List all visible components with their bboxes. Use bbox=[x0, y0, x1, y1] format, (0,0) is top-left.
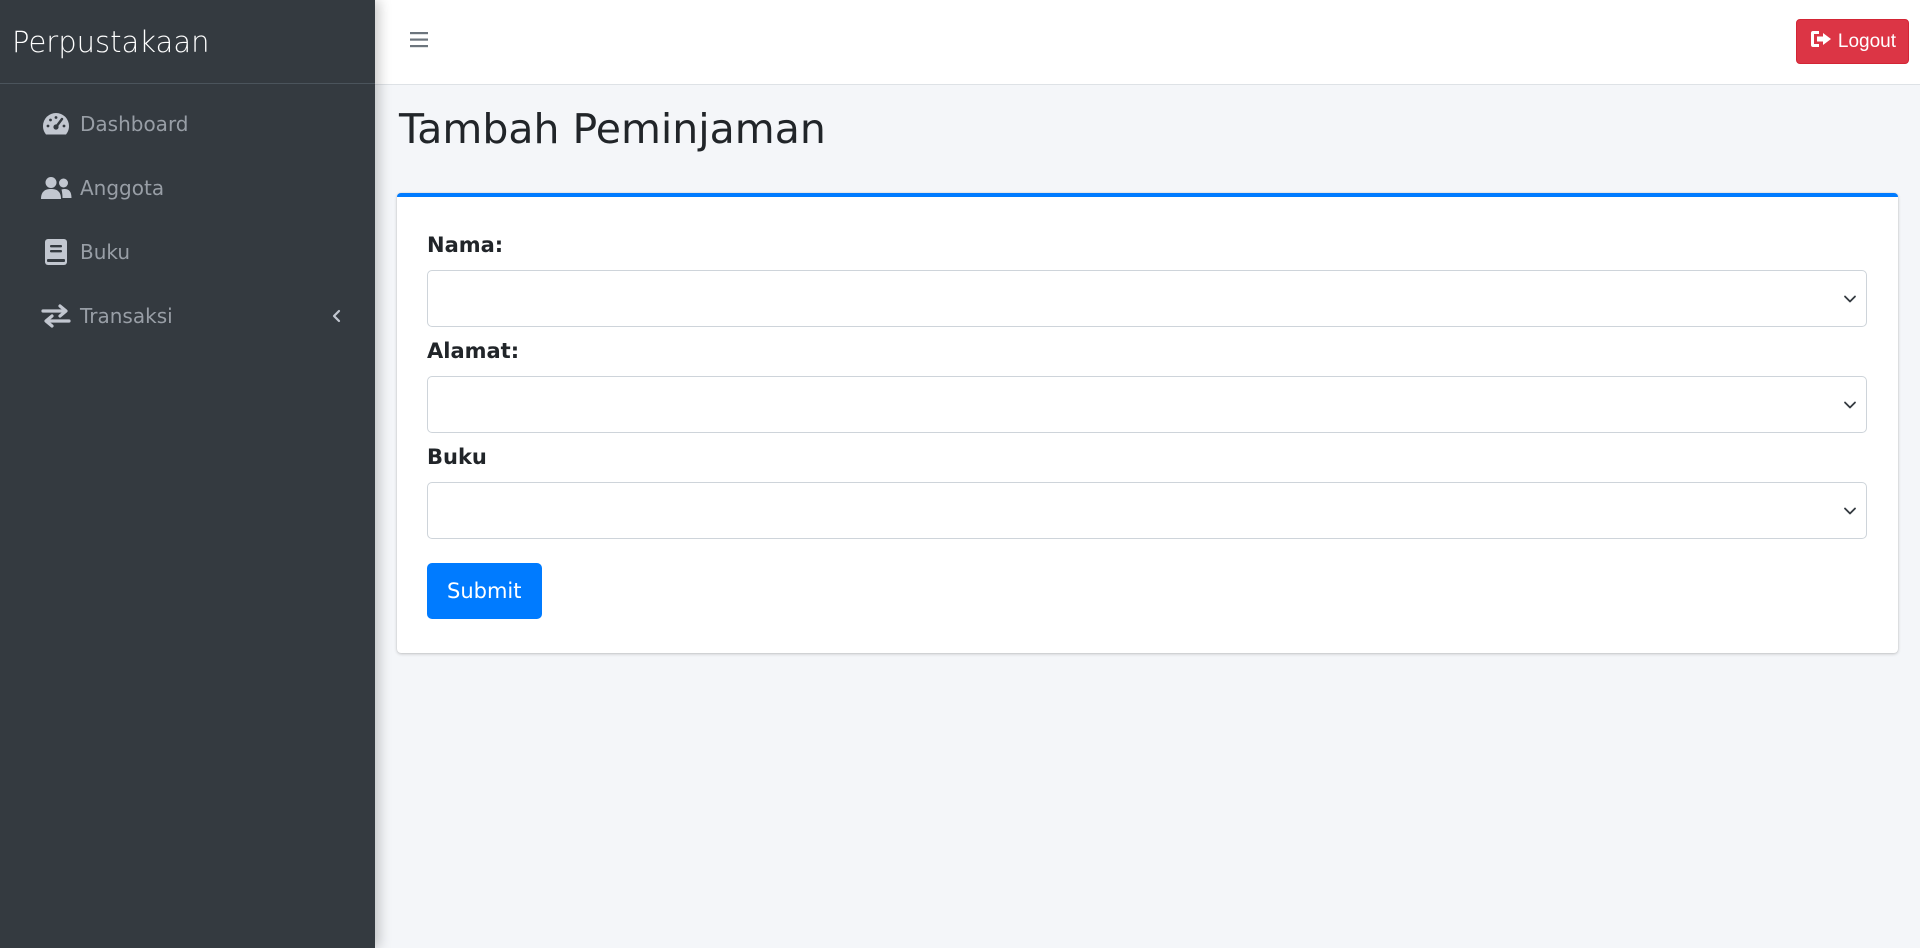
sidebar-item-label: Anggota bbox=[80, 176, 165, 200]
chevron-down-icon bbox=[1842, 291, 1858, 307]
alamat-select[interactable] bbox=[427, 376, 1867, 433]
sign-out-icon bbox=[1810, 30, 1832, 54]
buku-label: Buku bbox=[427, 445, 487, 469]
logout-button[interactable]: Logout bbox=[1795, 19, 1909, 64]
users-icon bbox=[40, 172, 72, 204]
sidebar-item-buku[interactable]: Buku bbox=[0, 220, 375, 284]
sidebar-item-label: Dashboard bbox=[80, 112, 189, 136]
form-card: Nama: Alamat: Buku Submit bbox=[397, 193, 1898, 653]
sidebar-item-label: Transaksi bbox=[80, 304, 173, 328]
brand-text: Perpustakaan bbox=[12, 24, 210, 59]
nama-select[interactable] bbox=[427, 270, 1867, 327]
book-icon bbox=[40, 236, 72, 268]
sidebar-item-label: Buku bbox=[80, 240, 131, 264]
sidebar-nav: Dashboard Anggota Buku Transaksi bbox=[0, 84, 375, 348]
chevron-left-icon bbox=[331, 304, 341, 328]
submit-button[interactable]: Submit bbox=[427, 563, 542, 619]
logout-label: Logout bbox=[1837, 30, 1896, 52]
buku-select[interactable] bbox=[427, 482, 1867, 539]
chevron-down-icon bbox=[1842, 503, 1858, 519]
exchange-icon bbox=[40, 300, 72, 332]
sidebar-item-dashboard[interactable]: Dashboard bbox=[0, 92, 375, 156]
chevron-down-icon bbox=[1842, 397, 1858, 413]
sidebar-item-anggota[interactable]: Anggota bbox=[0, 156, 375, 220]
main-content: Tambah Peminjaman Nama: Alamat: Buku Sub… bbox=[375, 85, 1920, 948]
page-title: Tambah Peminjaman bbox=[399, 105, 826, 153]
brand-link[interactable]: Perpustakaan bbox=[0, 0, 375, 84]
alamat-label: Alamat: bbox=[427, 339, 520, 363]
nama-label: Nama: bbox=[427, 233, 504, 257]
sidebar-item-transaksi[interactable]: Transaksi bbox=[0, 284, 375, 348]
sidebar: Perpustakaan Dashboard Anggota Buku Tran… bbox=[0, 0, 375, 948]
hamburger-icon[interactable] bbox=[409, 29, 431, 51]
tachometer-icon bbox=[40, 108, 72, 140]
top-navbar: Logout bbox=[375, 0, 1920, 85]
